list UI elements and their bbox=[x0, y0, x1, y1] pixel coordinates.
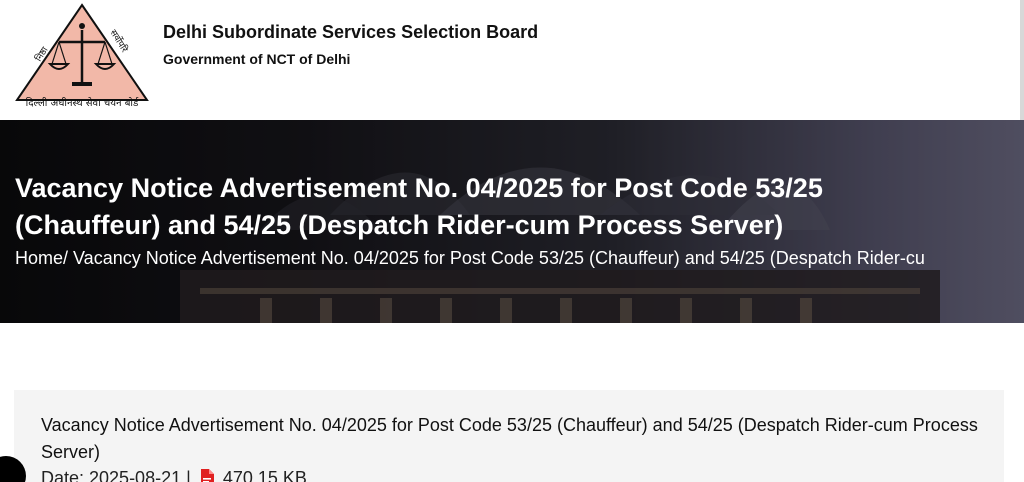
logo-caption: दिल्ली अधीनस्थ सेवा चयन बोर्ड bbox=[25, 98, 139, 109]
scrollbar-edge bbox=[1020, 0, 1024, 120]
file-size[interactable]: 470.15 KB bbox=[223, 468, 307, 482]
site-header: निष्ठा सर्वोपरि दिल्ली अधीनस्थ सेवा चयन … bbox=[0, 0, 1024, 120]
org-name[interactable]: Delhi Subordinate Services Selection Boa… bbox=[163, 22, 538, 43]
pdf-file-icon[interactable] bbox=[200, 469, 214, 482]
notice-card: Vacancy Notice Advertisement No. 04/2025… bbox=[14, 390, 1004, 482]
page-banner: Vacancy Notice Advertisement No. 04/2025… bbox=[0, 120, 1024, 323]
breadcrumb[interactable]: Home/ Vacancy Notice Advertisement No. 0… bbox=[15, 248, 1024, 269]
notice-date: Date: 2025-08-21 | bbox=[41, 468, 191, 482]
dsssb-emblem-icon[interactable]: निष्ठा सर्वोपरि bbox=[14, 2, 150, 110]
org-subtitle: Government of NCT of Delhi bbox=[163, 51, 351, 67]
notice-title[interactable]: Vacancy Notice Advertisement No. 04/2025… bbox=[41, 412, 981, 466]
page-title: Vacancy Notice Advertisement No. 04/2025… bbox=[15, 173, 823, 240]
notice-meta: Date: 2025-08-21 | 470.15 KB bbox=[41, 468, 307, 482]
